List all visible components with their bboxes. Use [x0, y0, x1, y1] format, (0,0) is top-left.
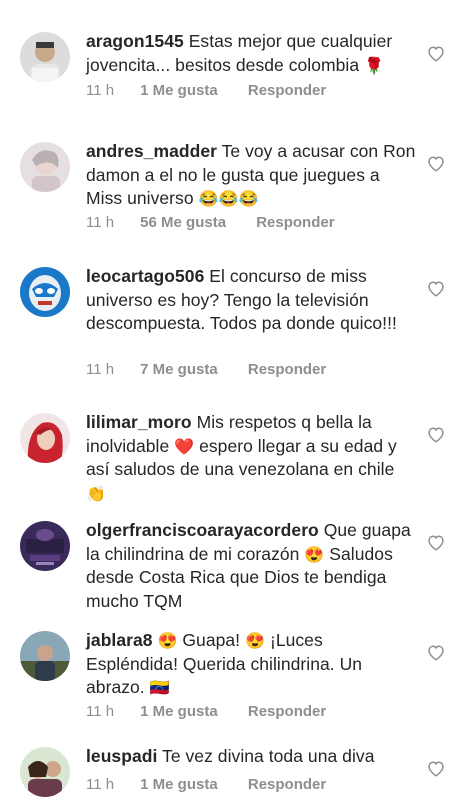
- comment-item: leocartago506 El concurso de miss univer…: [0, 265, 474, 385]
- like-heart-icon[interactable]: [426, 425, 446, 443]
- avatar[interactable]: [20, 521, 70, 571]
- comment-item: olgerfranciscoarayacordero Que guapa la …: [0, 519, 474, 619]
- comment-body: Guapa!: [182, 630, 241, 650]
- heart-eyes-emoji: 😍: [245, 633, 266, 650]
- comment-meta: 11 h 56 Me gusta Responder: [86, 214, 335, 231]
- comment-username[interactable]: leuspadi: [86, 746, 157, 766]
- comment-text: jablara8 😍 Guapa! 😍 ¡Luces Espléndida! Q…: [86, 629, 416, 700]
- comment-time: 11 h: [86, 82, 115, 99]
- comment-likes[interactable]: 1 Me gusta: [140, 776, 218, 793]
- laughing-emoji: 😂😂😂: [198, 191, 259, 208]
- like-heart-icon[interactable]: [426, 533, 446, 551]
- comment-item: andres_madder Te voy a acusar con Ron da…: [0, 140, 474, 240]
- avatar[interactable]: [20, 142, 70, 192]
- like-heart-icon[interactable]: [426, 154, 446, 172]
- avatar[interactable]: [20, 32, 70, 82]
- comment-likes[interactable]: 1 Me gusta: [140, 82, 218, 99]
- red-heart-emoji: ❤️: [174, 438, 195, 456]
- comment-text: aragon1545 Estas mejor que cualquier jov…: [86, 30, 416, 77]
- comment-likes[interactable]: 1 Me gusta: [140, 703, 218, 720]
- comment-body: Te vez divina toda una diva: [162, 746, 375, 766]
- heart-eyes-emoji: 😍: [157, 633, 178, 650]
- comment-username[interactable]: aragon1545: [86, 31, 184, 51]
- comment-item: aragon1545 Estas mejor que cualquier jov…: [0, 30, 474, 110]
- comment-item: lilimar_moro Mis respetos q bella la ino…: [0, 411, 474, 511]
- comment-time: 11 h: [86, 214, 115, 231]
- avatar[interactable]: [20, 747, 70, 797]
- like-heart-icon[interactable]: [426, 279, 446, 297]
- comment-meta: 11 h 1 Me gusta Responder: [86, 776, 326, 793]
- reply-button[interactable]: Responder: [248, 82, 326, 99]
- comment-item: leuspadi Te vez divina toda una diva 11 …: [0, 745, 474, 811]
- comment-username[interactable]: andres_madder: [86, 141, 217, 161]
- comment-item: jablara8 😍 Guapa! 😍 ¡Luces Espléndida! Q…: [0, 629, 474, 729]
- heart-eyes-emoji: 😍: [304, 546, 325, 564]
- reply-button[interactable]: Responder: [248, 361, 326, 378]
- reply-button[interactable]: Responder: [256, 214, 334, 231]
- comment-likes[interactable]: 7 Me gusta: [140, 361, 218, 378]
- comment-text: lilimar_moro Mis respetos q bella la ino…: [86, 411, 416, 505]
- comment-time: 11 h: [86, 361, 115, 378]
- venezuela-flag-emoji: 🇻🇪: [149, 680, 170, 697]
- comment-text: leocartago506 El concurso de miss univer…: [86, 265, 416, 336]
- comment-likes[interactable]: 56 Me gusta: [140, 214, 226, 231]
- like-heart-icon[interactable]: [426, 643, 446, 661]
- comment-time: 11 h: [86, 776, 115, 793]
- comment-text: andres_madder Te voy a acusar con Ron da…: [86, 140, 416, 211]
- comment-time: 11 h: [86, 703, 115, 720]
- comment-username[interactable]: lilimar_moro: [86, 412, 192, 432]
- rose-emoji: 🌹: [364, 57, 385, 75]
- comment-text: olgerfranciscoarayacordero Que guapa la …: [86, 519, 416, 613]
- comment-username[interactable]: olgerfranciscoarayacordero: [86, 520, 319, 540]
- avatar[interactable]: [20, 631, 70, 681]
- comment-meta: 11 h 7 Me gusta Responder: [86, 361, 326, 378]
- comment-text: leuspadi Te vez divina toda una diva: [86, 745, 416, 769]
- avatar[interactable]: [20, 267, 70, 317]
- avatar[interactable]: [20, 413, 70, 463]
- like-heart-icon[interactable]: [426, 759, 446, 777]
- clapping-emoji: 👏: [86, 485, 106, 503]
- comment-meta: 11 h 1 Me gusta Responder: [86, 82, 326, 99]
- comment-username[interactable]: leocartago506: [86, 266, 204, 286]
- like-heart-icon[interactable]: [426, 44, 446, 62]
- reply-button[interactable]: Responder: [248, 703, 326, 720]
- reply-button[interactable]: Responder: [248, 776, 326, 793]
- comment-meta: 11 h 1 Me gusta Responder: [86, 703, 326, 720]
- comment-username[interactable]: jablara8: [86, 630, 153, 650]
